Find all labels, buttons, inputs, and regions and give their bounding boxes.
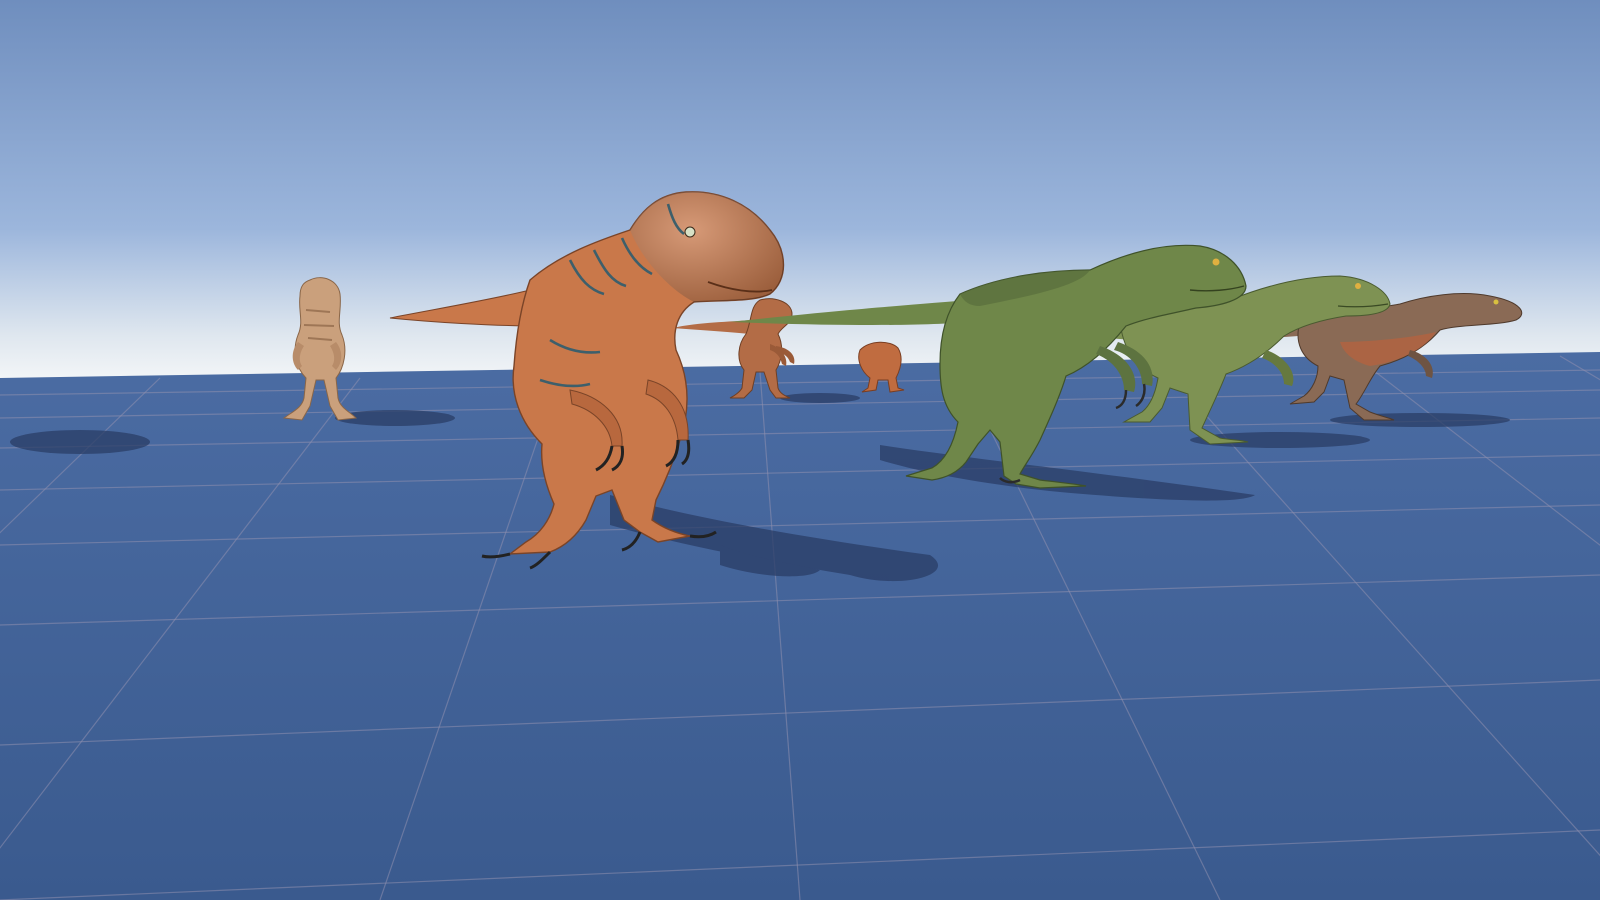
raptor-eye [1493,299,1499,305]
game-viewport[interactable] [0,0,1600,900]
raptor-eye [1355,283,1361,289]
raptor-eye [1212,258,1220,266]
raptor-eye [684,226,696,238]
ground-plane [0,352,1600,900]
